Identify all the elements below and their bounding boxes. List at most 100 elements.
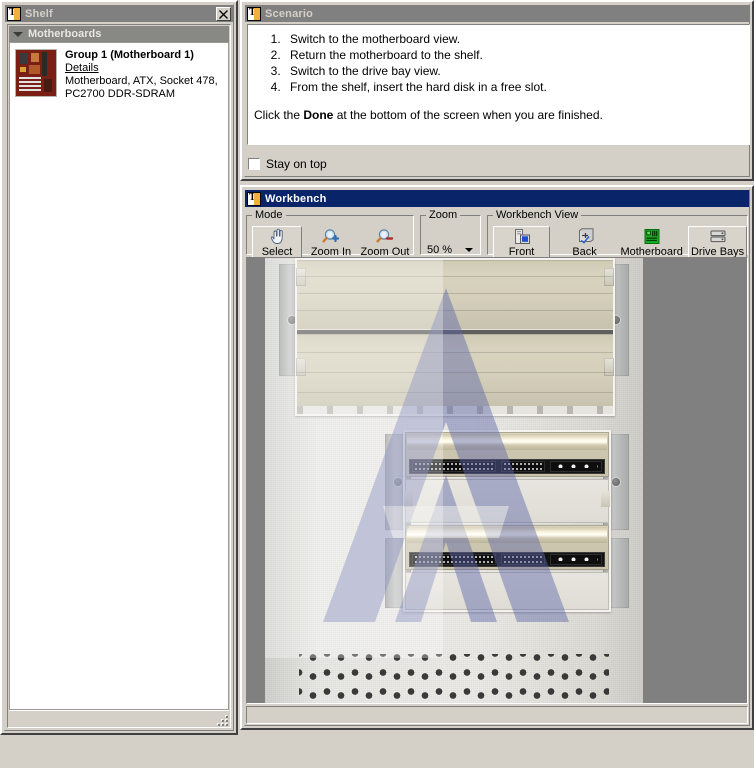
workbench-view-buttons: Front Back Motherboard Drive Bays bbox=[488, 225, 747, 260]
shelf-group-header[interactable]: Motherboards bbox=[9, 26, 229, 42]
zoom-out-tool-button[interactable]: Zoom Out bbox=[360, 226, 410, 260]
scenario-step: Switch to the drive bay view. bbox=[284, 63, 743, 79]
hand-pointer-icon bbox=[269, 227, 285, 246]
jumper-block-icon bbox=[501, 554, 545, 565]
app-icon bbox=[247, 6, 261, 21]
shelf-titlebar[interactable]: Shelf bbox=[5, 5, 233, 22]
ide-connector-icon bbox=[412, 554, 496, 565]
workbench-title: Workbench bbox=[265, 192, 327, 205]
item-description-line1: Motherboard, ATX, Socket 478, bbox=[65, 75, 218, 87]
view-motherboard-button[interactable]: Motherboard bbox=[617, 226, 686, 260]
hard-disk-installed-2[interactable] bbox=[405, 525, 609, 570]
scenario-window: Scenario Switch to the motherboard view.… bbox=[240, 0, 754, 181]
upper-bay-cage[interactable] bbox=[295, 258, 615, 416]
bay-tab-left bbox=[404, 491, 413, 507]
scenario-closing-text: Click the Done at the bottom of the scre… bbox=[254, 108, 743, 122]
lower-bay-cage[interactable] bbox=[403, 430, 611, 612]
view-back-label: Back bbox=[572, 245, 597, 258]
zoom-group-label: Zoom bbox=[429, 209, 458, 221]
power-connector-icon bbox=[550, 461, 602, 472]
bay-tab-right bbox=[604, 358, 614, 376]
view-drive-bays-button[interactable]: Drive Bays bbox=[688, 225, 747, 260]
bay-blank-1[interactable] bbox=[296, 260, 614, 330]
pc-front-icon bbox=[513, 227, 531, 246]
workbench-titlebar[interactable]: Workbench bbox=[245, 190, 749, 207]
shelf-window: Shelf Motherboards bbox=[0, 0, 238, 735]
empty-drive-slot-2[interactable] bbox=[405, 572, 609, 610]
ide-connector-icon bbox=[412, 461, 496, 472]
motherboard-thumbnail-icon bbox=[15, 49, 57, 97]
scenario-title: Scenario bbox=[265, 7, 314, 20]
empty-drive-slot-1[interactable] bbox=[404, 479, 610, 523]
mode-buttons: Select Zoom In Zoom Out bbox=[247, 225, 413, 260]
scenario-step: Switch to the motherboard view. bbox=[284, 31, 743, 47]
item-title: Group 1 (Motherboard 1) bbox=[65, 49, 194, 61]
close-icon[interactable] bbox=[216, 6, 231, 21]
chevron-down-icon[interactable] bbox=[13, 31, 23, 37]
chevron-down-icon[interactable] bbox=[465, 247, 473, 252]
workbench-view-group: Workbench View Front Back Motherboard Dr… bbox=[487, 209, 748, 260]
scenario-step: Return the motherboard to the shelf. bbox=[284, 47, 743, 63]
hard-disk-installed-1[interactable] bbox=[405, 432, 609, 477]
hdd-connectors bbox=[409, 552, 605, 567]
bay-tab-left bbox=[296, 268, 306, 286]
computer-case-graphic[interactable] bbox=[265, 258, 643, 703]
mode-group-label: Mode bbox=[255, 209, 283, 221]
stay-on-top-row[interactable]: Stay on top bbox=[248, 157, 327, 171]
shelf-body: Motherboards Group 1 (Motherboard 1) Det… bbox=[7, 24, 231, 728]
bay-ridge bbox=[297, 352, 613, 353]
workbench-toolbar: Mode Select Zoom In Zoom Out Zoom 50 % W… bbox=[246, 209, 748, 260]
item-description-line2: PC2700 DDR-SDRAM bbox=[65, 88, 176, 100]
hdd-label bbox=[407, 434, 607, 450]
select-tool-label: Select bbox=[261, 245, 293, 258]
magnifier-minus-icon bbox=[376, 227, 394, 246]
scenario-step: From the shelf, insert the hard disk in … bbox=[284, 79, 743, 95]
view-drive-bays-label: Drive Bays bbox=[690, 245, 745, 258]
workbench-view-group-label: Workbench View bbox=[496, 209, 579, 221]
bay-ridge bbox=[297, 310, 613, 311]
workbench-statusbar bbox=[246, 706, 748, 724]
shelf-group-label: Motherboards bbox=[28, 28, 102, 40]
scenario-titlebar[interactable]: Scenario bbox=[245, 5, 749, 22]
shelf-title: Shelf bbox=[25, 7, 53, 20]
view-front-button[interactable]: Front bbox=[493, 225, 551, 260]
bay-ridge bbox=[297, 293, 613, 294]
scenario-step-list: Switch to the motherboard view. Return t… bbox=[254, 31, 743, 95]
view-front-label: Front bbox=[508, 245, 535, 258]
bay-ridge bbox=[297, 372, 613, 373]
bay-tab-left bbox=[296, 358, 306, 376]
app-icon bbox=[7, 6, 21, 21]
hdd-label bbox=[407, 527, 607, 543]
closing-before: Click the bbox=[254, 108, 304, 122]
drive-bays-icon bbox=[709, 227, 727, 246]
stay-on-top-checkbox[interactable] bbox=[248, 158, 260, 170]
shelf-statusbar bbox=[9, 710, 229, 726]
zoom-level-select[interactable]: 50 % bbox=[427, 241, 475, 258]
stay-on-top-label: Stay on top bbox=[266, 157, 327, 171]
view-back-button[interactable]: Back bbox=[562, 226, 607, 260]
power-connector-icon bbox=[550, 554, 602, 565]
bay-cage-bottom-notches bbox=[297, 406, 613, 414]
bay-blank-2[interactable] bbox=[296, 334, 614, 410]
bay-ridge bbox=[297, 392, 613, 393]
list-item-text: Group 1 (Motherboard 1) Details Motherbo… bbox=[65, 49, 223, 101]
hdd-connectors bbox=[409, 459, 605, 474]
shelf-item-list[interactable]: Group 1 (Motherboard 1) Details Motherbo… bbox=[9, 42, 229, 710]
zoom-out-tool-label: Zoom Out bbox=[360, 245, 410, 258]
list-item[interactable]: Group 1 (Motherboard 1) Details Motherbo… bbox=[10, 43, 228, 109]
details-link[interactable]: Details bbox=[65, 62, 99, 74]
scenario-instructions: Switch to the motherboard view. Return t… bbox=[247, 24, 750, 145]
case-vent-holes-row-b bbox=[299, 654, 609, 703]
select-tool-button[interactable]: Select bbox=[252, 225, 302, 260]
view-motherboard-label: Motherboard bbox=[620, 245, 683, 258]
zoom-level-value: 50 % bbox=[427, 243, 453, 256]
pc-back-icon bbox=[576, 227, 594, 246]
workbench-canvas[interactable] bbox=[246, 257, 748, 704]
jumper-block-icon bbox=[501, 461, 545, 472]
zoom-in-tool-label: Zoom In bbox=[310, 245, 352, 258]
resize-grip-icon[interactable] bbox=[214, 712, 228, 726]
zoom-in-tool-button[interactable]: Zoom In bbox=[306, 226, 356, 260]
bay-ridge bbox=[297, 276, 613, 277]
zoom-group: Zoom 50 % bbox=[420, 209, 481, 258]
bay-tab-right bbox=[601, 491, 610, 507]
